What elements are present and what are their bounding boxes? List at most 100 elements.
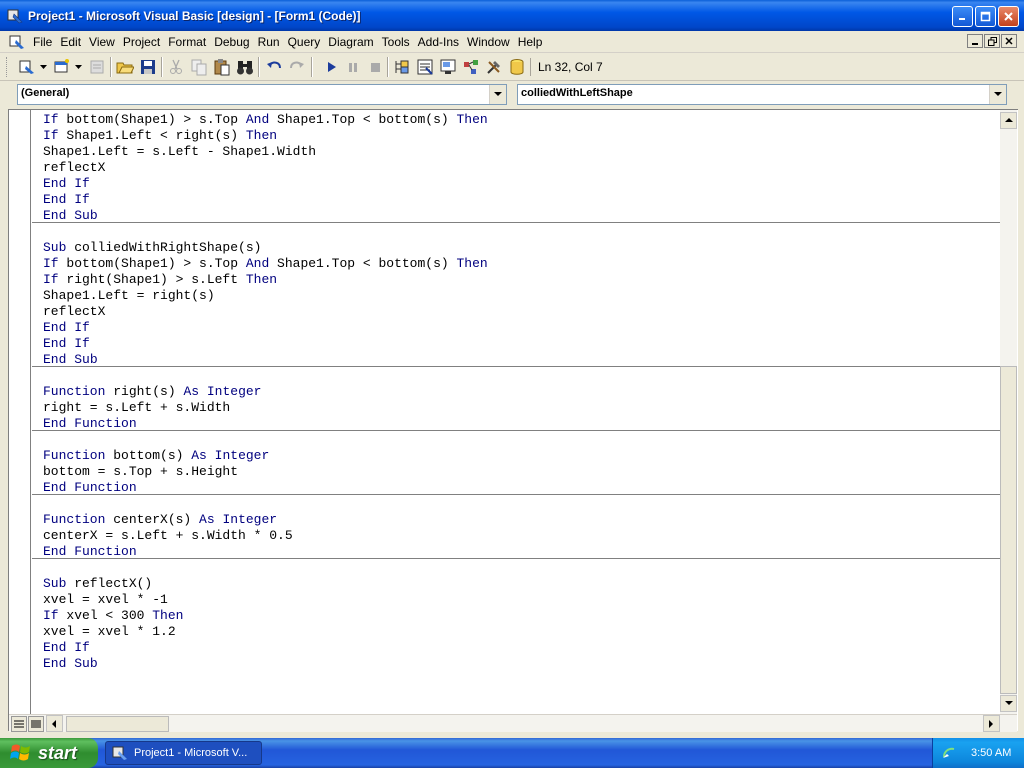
close-icon (1005, 37, 1013, 45)
code-window: If bottom(Shape1) > s.Top And Shape1.Top… (8, 109, 1018, 732)
procedure-combo-dropdown-button[interactable] (989, 85, 1006, 104)
properties-icon (417, 59, 433, 75)
code-line: Sub colliedWithRightShape(s) (43, 240, 262, 255)
menu-window[interactable]: Window (463, 32, 514, 52)
procedure-combo-value: colliedWithLeftShape (521, 87, 633, 99)
code-window-icon[interactable] (9, 34, 25, 50)
menu-tools[interactable]: Tools (378, 32, 414, 52)
code-line: bottom = s.Top + s.Height (43, 464, 239, 479)
taskbar-item-vb-project[interactable]: Project1 - Microsoft V... (105, 741, 262, 765)
add-project-button[interactable] (16, 56, 38, 78)
mdi-restore-button[interactable] (984, 34, 1000, 48)
code-line: Function right(s) As Integer (43, 384, 262, 399)
full-module-view-button[interactable] (28, 716, 44, 732)
title-bar[interactable]: Project1 - Microsoft Visual Basic [desig… (0, 0, 1024, 31)
code-margin[interactable] (9, 110, 31, 714)
open-folder-icon (116, 62, 134, 74)
undo-icon (267, 61, 281, 69)
toolbar-separator (387, 57, 389, 77)
system-tray: 3:50 AM (932, 738, 1024, 768)
add-form-dropdown[interactable] (72, 56, 84, 78)
toolbar-separator (311, 57, 313, 77)
scroll-down-button[interactable] (1000, 695, 1017, 712)
vertical-scrollbar[interactable] (1000, 110, 1017, 714)
copy-button[interactable] (188, 56, 210, 78)
project-explorer-button[interactable] (391, 56, 413, 78)
add-project-dropdown[interactable] (37, 56, 49, 78)
find-button[interactable] (234, 56, 256, 78)
network-icon[interactable] (941, 745, 957, 761)
code-line: If right(Shape1) > s.Left Then (43, 272, 278, 287)
horizontal-scrollbar[interactable] (9, 714, 1017, 732)
copy-icon (191, 59, 207, 76)
menu-project[interactable]: Project (119, 32, 164, 52)
menu-add-ins[interactable]: Add-Ins (414, 32, 463, 52)
stop-icon (371, 63, 380, 72)
code-line: End If (43, 320, 90, 335)
object-browser-button[interactable] (460, 56, 482, 78)
code-line: End If (43, 640, 90, 655)
menu-debug[interactable]: Debug (210, 32, 253, 52)
menu-file[interactable]: File (29, 32, 56, 52)
restore-icon (980, 11, 991, 22)
end-button[interactable] (364, 56, 386, 78)
save-project-button[interactable] (137, 56, 159, 78)
code-line: End Function (43, 480, 137, 495)
toolbar-separator (110, 57, 112, 77)
code-line: Function bottom(s) As Integer (43, 448, 270, 463)
menu-edit[interactable]: Edit (56, 32, 85, 52)
menu-format[interactable]: Format (164, 32, 210, 52)
menu-query[interactable]: Query (284, 32, 325, 52)
menu-bar: File Edit View Project Format Debug Run … (0, 31, 1024, 53)
procedure-view-button[interactable] (11, 716, 27, 732)
break-button[interactable] (342, 56, 364, 78)
minimize-icon (972, 43, 978, 45)
window-controls (952, 6, 1019, 27)
paste-button[interactable] (211, 56, 233, 78)
menu-editor-button[interactable] (86, 56, 108, 78)
chevron-down-icon (494, 92, 502, 96)
start-button[interactable] (320, 56, 342, 78)
redo-button[interactable] (286, 56, 308, 78)
vertical-scroll-thumb[interactable] (1000, 366, 1017, 694)
form-layout-button[interactable] (437, 56, 459, 78)
code-line: Shape1.Left = right(s) (43, 288, 215, 303)
minimize-button[interactable] (952, 6, 973, 27)
close-button[interactable] (998, 6, 1019, 27)
menu-view[interactable]: View (85, 32, 119, 52)
code-line: End Function (43, 544, 137, 559)
clock[interactable]: 3:50 AM (971, 747, 1011, 759)
scroll-right-button[interactable] (983, 715, 1000, 732)
scroll-left-button[interactable] (46, 715, 63, 732)
code-line: If bottom(Shape1) > s.Top And Shape1.Top… (43, 112, 488, 127)
code-line: right = s.Left + s.Width (43, 400, 231, 415)
object-browser-icon (464, 60, 478, 74)
play-icon (328, 62, 336, 72)
properties-window-button[interactable] (414, 56, 436, 78)
cut-button[interactable] (165, 56, 187, 78)
undo-button[interactable] (263, 56, 285, 78)
object-combo-dropdown-button[interactable] (489, 85, 506, 104)
menu-help[interactable]: Help (514, 32, 547, 52)
start-label: start (38, 742, 78, 763)
start-menu-button[interactable]: start (0, 738, 98, 768)
open-project-button[interactable] (114, 56, 136, 78)
windows-logo-icon (10, 744, 30, 761)
data-view-button[interactable] (506, 56, 528, 78)
procedure-combo[interactable]: colliedWithLeftShape (517, 84, 1007, 105)
horizontal-scroll-thumb[interactable] (66, 716, 169, 732)
code-editor[interactable]: If bottom(Shape1) > s.Top And Shape1.Top… (32, 110, 1000, 714)
toolbox-button[interactable] (483, 56, 505, 78)
mdi-minimize-button[interactable] (967, 34, 983, 48)
object-combo[interactable]: (General) (17, 84, 507, 105)
menu-run[interactable]: Run (254, 32, 284, 52)
scroll-up-button[interactable] (1000, 112, 1017, 129)
taskbar: start Project1 - Microsoft V... 3:50 AM (0, 738, 1024, 768)
menu-diagram[interactable]: Diagram (324, 32, 377, 52)
add-form-button[interactable] (51, 56, 73, 78)
chevron-down-icon (39, 64, 47, 69)
toolbar-grip[interactable] (6, 57, 9, 77)
chevron-down-icon (994, 92, 1002, 96)
mdi-close-button[interactable] (1001, 34, 1017, 48)
maximize-button[interactable] (975, 6, 996, 27)
